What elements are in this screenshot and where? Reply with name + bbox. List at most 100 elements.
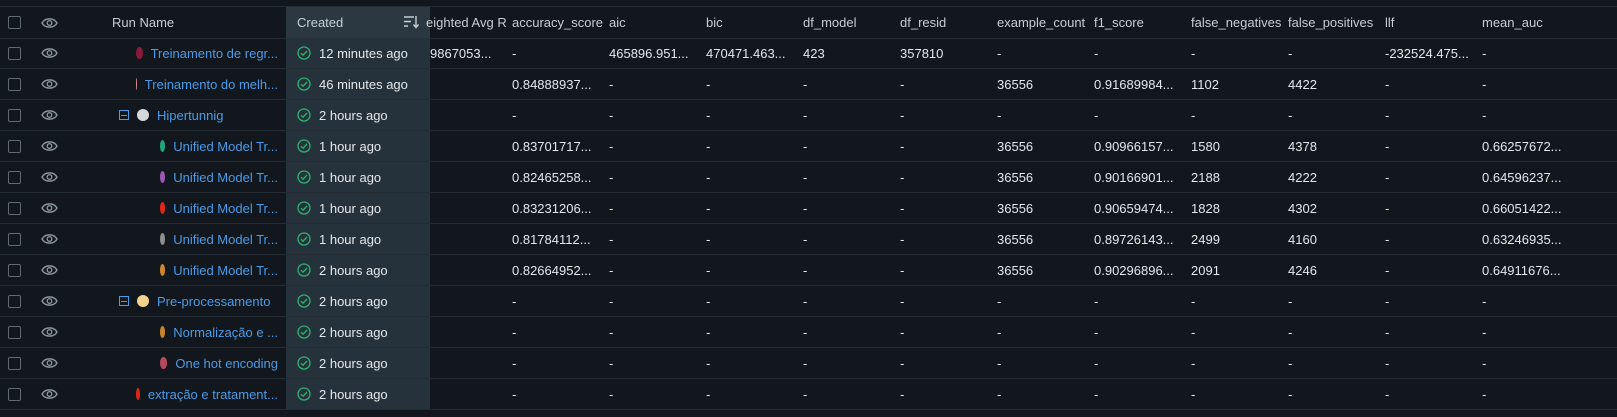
- eye-icon[interactable]: [41, 379, 61, 409]
- select-all-checkbox[interactable]: [8, 16, 21, 29]
- metric-cell-llf: -: [1385, 200, 1390, 216]
- metric-cell-df-resid: -: [900, 324, 905, 340]
- row-checkbox[interactable]: [8, 356, 21, 370]
- row-checkbox[interactable]: [8, 139, 21, 153]
- header-col-7[interactable]: f1_score: [1094, 7, 1186, 38]
- row-select-cell: [0, 38, 40, 68]
- eye-icon[interactable]: [41, 255, 61, 285]
- run-name-link[interactable]: Pre-processamento: [157, 294, 270, 309]
- header-col-1[interactable]: accuracy_score: [512, 7, 608, 38]
- run-name-cell: Hipertunnig: [119, 100, 278, 130]
- table-row[interactable]: One hot encoding 2 hours ago - - - - - - - - - - -: [0, 348, 1617, 379]
- row-checkbox[interactable]: [8, 387, 21, 401]
- run-name-link[interactable]: Treinamento do melh...: [145, 77, 278, 92]
- run-name-link[interactable]: Unified Model Tr...: [173, 263, 278, 278]
- header-created[interactable]: Created: [286, 7, 430, 38]
- metric-cell-df-resid: -: [900, 138, 905, 154]
- eye-icon[interactable]: [41, 193, 61, 223]
- header-col-5[interactable]: df_resid: [900, 7, 992, 38]
- row-checkbox[interactable]: [8, 108, 21, 122]
- eye-icon[interactable]: [41, 224, 61, 254]
- row-checkbox[interactable]: [8, 77, 21, 91]
- run-name-link[interactable]: One hot encoding: [175, 356, 278, 371]
- metric-cell-f1-score: 0.91689984...: [1094, 76, 1174, 92]
- run-name-link[interactable]: Treinamento de regr...: [151, 46, 278, 61]
- row-checkbox[interactable]: [8, 325, 21, 339]
- sort-icon[interactable]: [403, 15, 419, 29]
- metric-cell-eighted-avg-r: [430, 69, 508, 99]
- eye-icon[interactable]: [41, 162, 61, 192]
- run-name-link[interactable]: Unified Model Tr...: [173, 201, 278, 216]
- header-col-3[interactable]: bic: [706, 7, 798, 38]
- collapse-toggle-icon[interactable]: [119, 110, 129, 120]
- metric-cell-accuracy-score: -: [512, 324, 517, 340]
- table-row[interactable]: Pre-processamento 2 hours ago - - - - - - - - - -…: [0, 286, 1617, 317]
- eye-icon[interactable]: [41, 348, 61, 378]
- metric-cell-bic: -: [706, 107, 711, 123]
- run-name-cell: extração e tratament...: [136, 379, 278, 409]
- eye-icon[interactable]: [41, 131, 61, 161]
- header-col-2[interactable]: aic: [609, 7, 701, 38]
- row-checkbox[interactable]: [8, 232, 21, 246]
- header-col-4[interactable]: df_model: [803, 7, 895, 38]
- table-row[interactable]: Unified Model Tr... 2 hours ago 0.826649…: [0, 255, 1617, 286]
- run-name-link[interactable]: extração e tratament...: [148, 387, 278, 402]
- header-col-6[interactable]: example_count: [997, 7, 1089, 38]
- header-run-name[interactable]: Run Name: [112, 7, 272, 38]
- metric-cell-false-negatives: 1580: [1191, 138, 1220, 154]
- runs-table: Run Name Created eighted Avg R accuracy_…: [0, 0, 1617, 417]
- metric-cell-bic: -: [706, 138, 711, 154]
- row-checkbox[interactable]: [8, 201, 21, 215]
- metric-cell-df-model: -: [803, 169, 808, 185]
- header-eye-icon[interactable]: [41, 7, 61, 38]
- header-col-10[interactable]: llf: [1385, 7, 1477, 38]
- row-select-cell: [0, 317, 40, 347]
- table-row[interactable]: Unified Model Tr... 1 hour ago 0.8370171…: [0, 131, 1617, 162]
- created-time: 2 hours ago: [319, 293, 388, 309]
- collapse-toggle-icon[interactable]: [119, 296, 129, 306]
- metric-cell-f1-score: -: [1094, 107, 1099, 123]
- metric-cell-mean-auc: 0.63246935...: [1482, 231, 1562, 247]
- run-name-cell: Treinamento de regr...: [136, 38, 278, 68]
- run-name-link[interactable]: Normalização e ...: [173, 325, 278, 340]
- table-row[interactable]: extração e tratament... 2 hours ago - - - -…: [0, 379, 1617, 410]
- table-row[interactable]: Unified Model Tr... 1 hour ago 0.8246525…: [0, 162, 1617, 193]
- header-col-11[interactable]: mean_auc: [1482, 7, 1574, 38]
- row-checkbox[interactable]: [8, 294, 21, 308]
- header-col-9[interactable]: false_positives: [1288, 7, 1380, 38]
- status-success-icon: [297, 170, 311, 184]
- metric-cell-aic: -: [609, 107, 614, 123]
- metric-cell-f1-score: -: [1094, 45, 1099, 61]
- table-row[interactable]: Treinamento do melh... 46 minutes ago 0.…: [0, 69, 1617, 100]
- table-row[interactable]: Treinamento de regr... 12 minutes ago 98…: [0, 38, 1617, 69]
- table-row[interactable]: Hipertunnig 2 hours ago - - - - - - - - - - -: [0, 100, 1617, 131]
- table-row[interactable]: Unified Model Tr... 1 hour ago 0.8323120…: [0, 193, 1617, 224]
- eye-icon[interactable]: [41, 69, 61, 99]
- eye-icon[interactable]: [41, 317, 61, 347]
- header-col-0[interactable]: eighted Avg R: [426, 7, 508, 38]
- row-checkbox[interactable]: [8, 170, 21, 184]
- header-col-8[interactable]: false_negatives: [1191, 7, 1283, 38]
- created-time: 2 hours ago: [319, 324, 388, 340]
- run-name-link[interactable]: Unified Model Tr...: [173, 232, 278, 247]
- created-cell: 2 hours ago: [286, 286, 430, 316]
- eye-icon[interactable]: [41, 100, 61, 130]
- run-name-link[interactable]: Unified Model Tr...: [173, 139, 278, 154]
- row-checkbox[interactable]: [8, 46, 21, 60]
- table-row[interactable]: Unified Model Tr... 1 hour ago 0.8178411…: [0, 224, 1617, 255]
- run-name-cell: Unified Model Tr...: [160, 193, 278, 223]
- metric-cell-example-count: 36556: [997, 138, 1034, 154]
- row-checkbox[interactable]: [8, 263, 21, 277]
- metric-cell-llf: -: [1385, 324, 1390, 340]
- created-time: 2 hours ago: [319, 262, 388, 278]
- run-name-link[interactable]: Unified Model Tr...: [173, 170, 278, 185]
- run-name-cell: Unified Model Tr...: [160, 131, 278, 161]
- eye-icon[interactable]: [41, 38, 61, 68]
- table-row[interactable]: Normalização e ... 2 hours ago - - - - - - - - -…: [0, 317, 1617, 348]
- metric-cell-bic: -: [706, 76, 711, 92]
- created-time: 2 hours ago: [319, 386, 388, 402]
- metric-cell-mean-auc: -: [1482, 324, 1487, 340]
- run-name-link[interactable]: Hipertunnig: [157, 108, 224, 123]
- eye-icon[interactable]: [41, 286, 61, 316]
- metric-cell-aic: -: [609, 324, 614, 340]
